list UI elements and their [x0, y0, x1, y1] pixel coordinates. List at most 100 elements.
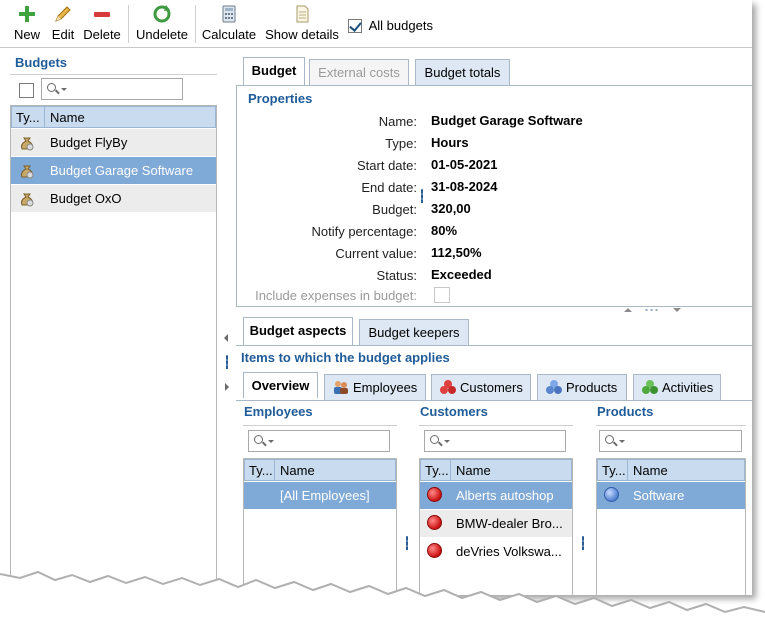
employees-title: Employees [244, 404, 313, 419]
people-icon [334, 381, 348, 394]
horizontal-splitter-handle[interactable] [644, 309, 660, 311]
column-header-name[interactable]: Name [633, 463, 668, 478]
expand-down-arrow-icon[interactable] [673, 308, 681, 312]
column-splitter-handle[interactable] [406, 536, 408, 550]
column-separator[interactable] [274, 460, 275, 480]
table-row[interactable]: Budget Garage Software [11, 157, 216, 184]
expand-right-arrow-icon[interactable] [225, 383, 229, 391]
new-button[interactable]: New [10, 4, 44, 44]
status-value: Exceeded [431, 267, 492, 282]
delete-button[interactable]: Delete [82, 4, 122, 44]
customer-circle-icon [427, 543, 442, 558]
column-header-type[interactable]: Ty... [602, 463, 626, 478]
tab-products[interactable]: Products [537, 374, 627, 400]
customer-name: BMW-dealer Bro... [456, 516, 563, 531]
aspects-heading: Items to which the budget applies [241, 350, 450, 365]
document-icon [292, 4, 312, 24]
customer-circle-icon [427, 487, 442, 502]
toolbar-separator [195, 5, 196, 43]
column-header-name[interactable]: Name [50, 110, 85, 125]
tab-overview[interactable]: Overview [243, 372, 318, 398]
budget-label: Budget: [372, 202, 417, 217]
include-expenses-checkbox[interactable] [434, 287, 450, 303]
employees-search-input[interactable] [248, 430, 390, 452]
search-icon [605, 435, 614, 444]
money-bag-icon [21, 193, 34, 207]
tab-budget-aspects[interactable]: Budget aspects [243, 317, 353, 345]
search-icon [430, 435, 439, 444]
customers-search-input[interactable] [424, 430, 566, 452]
notify-percentage-label: Notify percentage: [311, 224, 417, 239]
column-header-type[interactable]: Ty... [249, 463, 273, 478]
grid-header: Ty... Name [244, 459, 396, 481]
divider [243, 425, 397, 426]
all-budgets-toggle[interactable]: All budgets [348, 17, 433, 33]
end-date-label: End date: [361, 180, 417, 195]
select-all-checkbox[interactable] [19, 83, 34, 98]
undelete-button[interactable]: Undelete [135, 4, 189, 44]
customer-name: deVries Volkswa... [456, 544, 562, 559]
employees-tab-label: Employees [353, 380, 418, 395]
tab-employees[interactable]: Employees [324, 374, 426, 400]
column-header-name[interactable]: Name [280, 463, 315, 478]
column-separator[interactable] [44, 107, 45, 127]
vertical-splitter-handle[interactable] [226, 355, 228, 369]
column-header-type[interactable]: Ty... [425, 463, 449, 478]
budgets-search-input[interactable] [41, 78, 183, 100]
grid-header: Ty... Name [597, 459, 745, 481]
column-header-type[interactable]: Ty... [16, 110, 40, 125]
products-tab-label: Products [566, 380, 618, 395]
table-row[interactable]: Budget OxO [11, 185, 216, 212]
budgets-panel: Budgets Ty... Name Budget FlyBy Budget G… [10, 52, 217, 595]
type-label: Type: [385, 136, 417, 151]
label-splitter-handle[interactable] [421, 189, 423, 203]
recycle-icon [152, 4, 172, 24]
tab-activities[interactable]: Activities [633, 374, 721, 400]
customers-title: Customers [420, 404, 488, 419]
chevron-down-icon [444, 440, 450, 443]
collapse-left-arrow-icon[interactable] [224, 334, 228, 342]
column-separator[interactable] [627, 460, 628, 480]
status-label: Status: [376, 268, 417, 283]
column-header-name[interactable]: Name [456, 463, 491, 478]
undelete-label: Undelete [135, 27, 189, 42]
properties-panel: Properties Name: Budget Garage Software … [236, 86, 752, 307]
table-row[interactable]: Software [597, 482, 745, 509]
blue-circles-icon [546, 380, 562, 394]
tab-budget[interactable]: Budget [243, 57, 305, 85]
start-date-label: Start date: [357, 158, 417, 173]
tab-external-costs[interactable]: External costs [309, 59, 409, 85]
chevron-down-icon [61, 88, 67, 91]
toolbar: New Edit Delete Undelete Calculate Show … [0, 0, 752, 48]
search-icon [47, 83, 56, 92]
plus-icon [17, 4, 37, 24]
activities-tab-label: Activities [662, 380, 714, 395]
collapse-up-arrow-icon[interactable] [624, 308, 632, 312]
edit-button[interactable]: Edit [48, 4, 78, 44]
new-label: New [13, 27, 40, 42]
budgets-title: Budgets [15, 55, 67, 70]
table-row[interactable]: Budget FlyBy [11, 129, 216, 156]
calculator-icon [219, 4, 239, 24]
chevron-down-icon [619, 440, 625, 443]
tab-budget-keepers[interactable]: Budget keepers [359, 319, 469, 345]
column-splitter-handle[interactable] [582, 536, 584, 550]
table-row[interactable]: [All Employees] [244, 482, 396, 509]
divider [596, 425, 746, 426]
money-bag-icon [21, 165, 34, 179]
torn-edge-decoration [0, 570, 765, 636]
table-row[interactable]: BMW-dealer Bro... [420, 510, 572, 537]
table-row[interactable]: Alberts autoshop [420, 482, 572, 509]
pencil-icon [53, 4, 73, 24]
show-details-button[interactable]: Show details [264, 4, 340, 44]
employee-name: [All Employees] [280, 488, 370, 503]
calculate-label: Calculate [201, 27, 257, 42]
products-search-input[interactable] [599, 430, 742, 452]
calculate-button[interactable]: Calculate [201, 4, 257, 44]
customer-name: Alberts autoshop [456, 488, 554, 503]
grid-header: Ty... Name [11, 106, 216, 128]
all-budgets-checkbox[interactable] [348, 18, 362, 33]
tab-budget-totals[interactable]: Budget totals [415, 59, 510, 85]
tab-customers[interactable]: Customers [431, 374, 531, 400]
column-separator[interactable] [450, 460, 451, 480]
